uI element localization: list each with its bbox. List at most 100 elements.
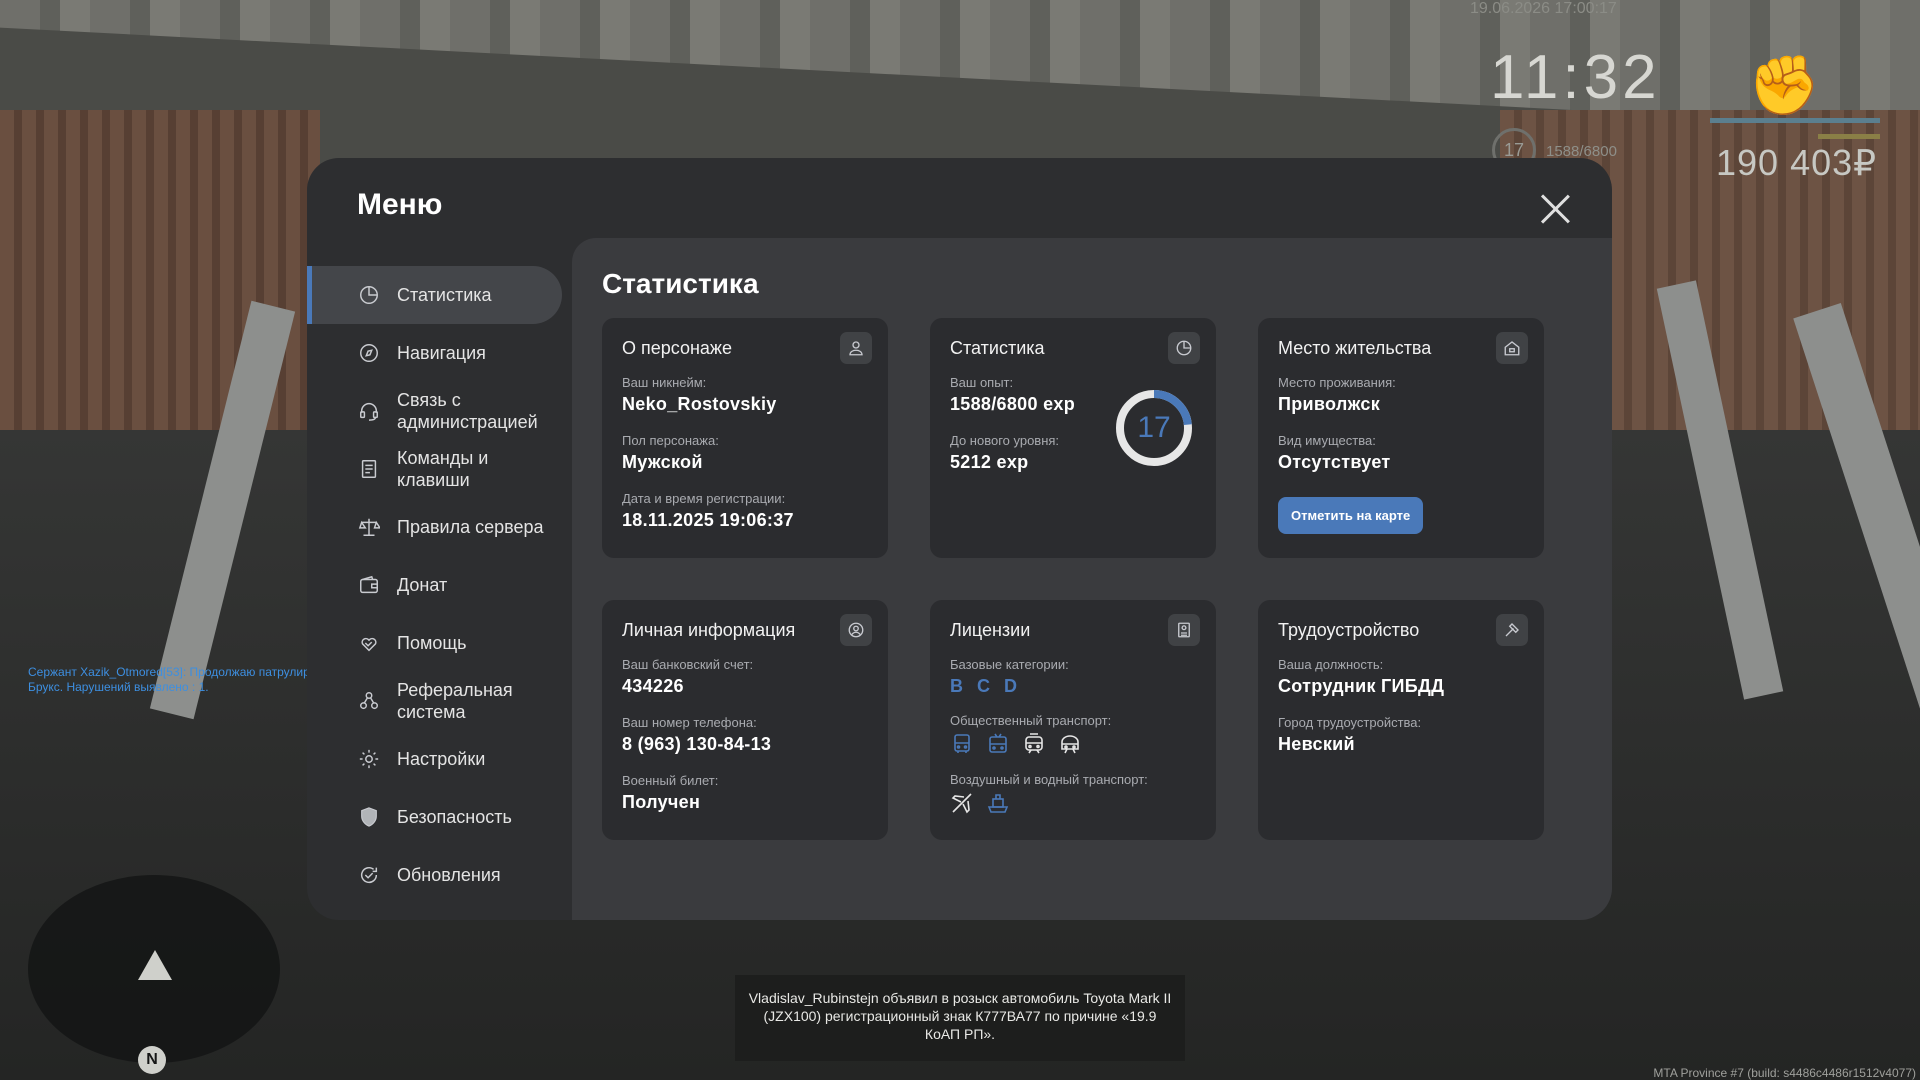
content-title: Статистика [602, 268, 759, 299]
sidebar-item-updates[interactable]: Обновления [307, 846, 562, 904]
base-categories-label: Базовые категории: [950, 657, 1069, 672]
pie-chart-icon [1168, 332, 1200, 364]
card-job: Трудоустройство Ваша должность: Сотрудни… [1258, 600, 1544, 840]
refresh-check-icon [357, 863, 381, 887]
military-label: Военный билет: [622, 773, 719, 788]
sidebar-item-label: Донат [397, 575, 448, 595]
airplane-icon [950, 791, 974, 815]
phone-value: 8 (963) 130-84-13 [622, 734, 772, 754]
user-circle-icon [840, 614, 872, 646]
hud-money: 190 403₽ [1716, 142, 1878, 183]
reg-value: 18.11.2025 19:06:37 [622, 510, 794, 530]
wanted-notification: Vladislav_Rubinstejn объявил в розыск ав… [735, 975, 1185, 1061]
level-number: 17 [1137, 411, 1171, 444]
hud-clock: 11:32 [1490, 43, 1661, 112]
user-icon [840, 332, 872, 364]
tram-icon [1022, 732, 1046, 756]
card-title: Лицензии [950, 620, 1031, 640]
house-icon [1496, 332, 1528, 364]
sidebar-item-label: Помощь [397, 633, 467, 653]
license-category: B [950, 676, 963, 696]
content-panel: Статистика О персонаже Ваш никнейм: Neko… [572, 238, 1612, 920]
air-water-transport-label: Воздушный и водный транспорт: [950, 772, 1148, 787]
sidebar-item-label: Навигация [397, 343, 486, 363]
sidebar-item-label: Безопасность [397, 807, 512, 827]
build-info: MTA Province #7 (build: s4486c4486r1512v… [1653, 1066, 1916, 1080]
people-icon [357, 689, 381, 713]
sidebar-item-label: Реферальная система [397, 680, 513, 722]
wallet-icon [357, 573, 381, 597]
menu-window: Меню Статистика Навигация Связь с админи… [307, 158, 1612, 920]
sidebar-item-label: Статистика [397, 285, 492, 305]
gear-icon [357, 747, 381, 771]
sidebar-item-navigation[interactable]: Навигация [307, 324, 562, 382]
card-title: Место жительства [1278, 338, 1432, 358]
north-marker: N [138, 1046, 166, 1074]
card-title: О персонаже [622, 338, 732, 358]
bank-label: Ваш банковский счет: [622, 657, 754, 672]
headset-icon [357, 399, 381, 423]
sidebar-item-security[interactable]: Безопасность [307, 788, 562, 846]
sidebar-item-label: Команды и клавиши [397, 448, 489, 490]
job-city-value: Невский [1278, 734, 1355, 754]
bus-icon [950, 732, 974, 756]
card-residence: Место жительства Место проживания: Приво… [1258, 318, 1544, 558]
position-label: Ваша должность: [1278, 657, 1384, 672]
card-personal: Личная информация Ваш банковский счет: 4… [602, 600, 888, 840]
menu-title: Меню [357, 188, 443, 221]
close-icon[interactable] [1538, 192, 1572, 226]
card-title: Трудоустройство [1278, 620, 1420, 640]
bank-value: 434226 [622, 676, 684, 696]
document-icon [357, 457, 381, 481]
reg-label: Дата и время регистрации: [622, 491, 786, 506]
gender-label: Пол персонажа: [622, 433, 719, 448]
phone-label: Ваш номер телефона: [622, 715, 757, 730]
job-city-label: Город трудоустройства: [1278, 715, 1422, 730]
card-character: О персонаже Ваш никнейм: Neko_Rostovskiy… [602, 318, 888, 558]
shield-icon [357, 805, 381, 829]
card-title: Статистика [950, 338, 1045, 358]
hud-date: 19.06.2026 17:00:17 [1470, 0, 1617, 17]
sidebar-item-admin-contact[interactable]: Связь с администрацией [307, 382, 562, 440]
mark-on-map-button[interactable]: Отметить на карте [1278, 497, 1424, 534]
player-arrow-icon [138, 950, 172, 980]
sidebar-item-label: Обновления [397, 865, 501, 885]
trolleybus-icon [986, 732, 1010, 756]
card-stats: Статистика Ваш опыт: 1588/6800 exp До но… [930, 318, 1216, 558]
property-value: Отсутствует [1278, 452, 1391, 472]
sidebar: Статистика Навигация Связь с администрац… [307, 266, 562, 904]
scales-icon [357, 515, 381, 539]
sidebar-item-label: Правила сервера [397, 517, 544, 537]
sidebar-item-commands[interactable]: Команды и клавиши [307, 440, 562, 498]
hammer-icon [1496, 614, 1528, 646]
sidebar-item-label: Связь с администрацией [397, 390, 538, 432]
air-water-transport-icons [950, 791, 1196, 815]
compass-icon [357, 341, 381, 365]
armor-bar [1818, 134, 1880, 139]
sidebar-item-statistics[interactable]: Статистика [307, 266, 562, 324]
military-value: Получен [622, 792, 701, 812]
sidebar-item-rules[interactable]: Правила сервера [307, 498, 562, 556]
public-transport-label: Общественный транспорт: [950, 713, 1112, 728]
place-value: Приволжск [1278, 394, 1381, 414]
card-licenses: Лицензии Базовые категории: B C D Общест… [930, 600, 1216, 840]
health-bar [1710, 118, 1880, 123]
boat-icon [986, 791, 1010, 815]
sidebar-item-help[interactable]: Помощь [307, 614, 562, 672]
license-category: C [977, 676, 990, 696]
license-category: D [1004, 676, 1017, 696]
license-categories: B C D [950, 676, 1196, 697]
sidebar-item-referral[interactable]: Реферальная система [307, 672, 562, 730]
fist-weapon-icon: ✊ [1748, 53, 1821, 118]
gender-value: Мужской [622, 452, 703, 472]
pie-chart-icon [357, 283, 381, 307]
property-label: Вид имущества: [1278, 433, 1376, 448]
license-document-icon [1168, 614, 1200, 646]
sidebar-item-settings[interactable]: Настройки [307, 730, 562, 788]
card-title: Личная информация [622, 620, 796, 640]
sidebar-item-donate[interactable]: Донат [307, 556, 562, 614]
nick-value: Neko_Rostovskiy [622, 394, 777, 414]
sidebar-item-label: Настройки [397, 749, 486, 769]
nick-label: Ваш никнейм: [622, 375, 707, 390]
metro-icon [1058, 732, 1082, 756]
